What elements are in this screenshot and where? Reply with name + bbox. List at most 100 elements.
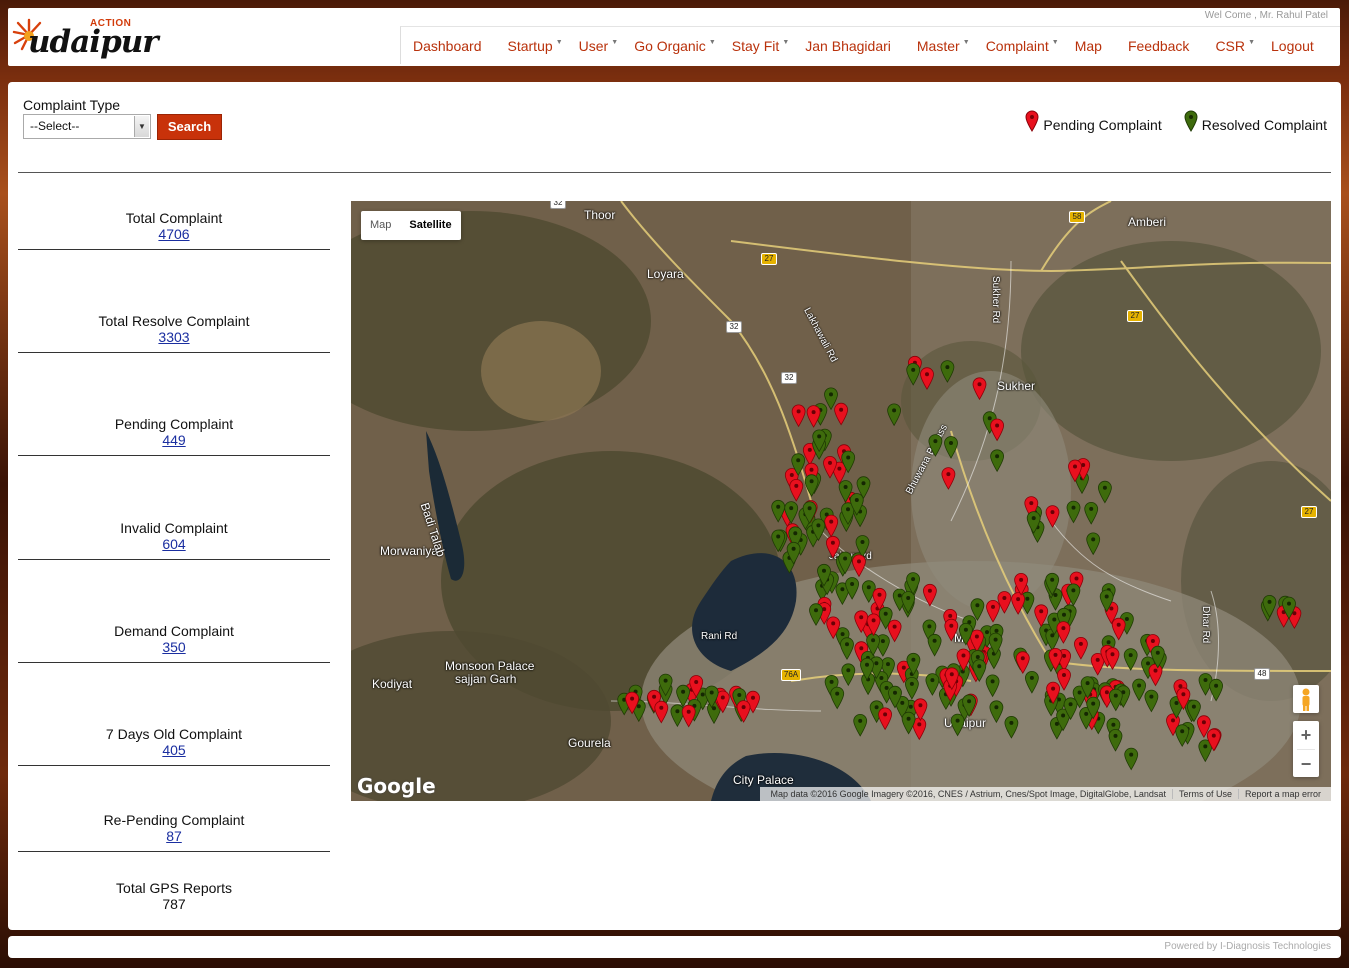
resolved-marker[interactable] [841,663,856,687]
nav-stay-fit[interactable]: Stay Fit ▼ [731,37,789,54]
stat-total-gps-reports: Total GPS Reports 787 [18,880,330,919]
pending-marker[interactable] [825,535,840,559]
zoom-out-button[interactable]: − [1293,750,1319,778]
stat-value[interactable]: 350 [162,639,185,655]
resolved-marker[interactable] [1124,747,1139,771]
resolved-marker[interactable] [1004,716,1019,739]
pending-marker[interactable] [944,618,959,642]
resolved-marker[interactable] [928,434,943,457]
pending-marker[interactable] [990,418,1004,442]
pending-marker[interactable] [941,467,956,490]
pending-marker[interactable] [1056,621,1071,644]
pending-marker[interactable] [791,404,806,428]
nav-label: Master [916,37,960,54]
resolved-marker[interactable] [1045,628,1060,652]
pending-marker[interactable] [852,554,866,578]
resolved-marker[interactable] [901,711,916,735]
resolved-marker[interactable] [1209,678,1223,702]
nav-master[interactable]: Master ▼ [916,37,970,54]
nav-jan-bhagidari[interactable]: Jan Bhagidari [805,38,891,54]
resolved-marker[interactable] [990,449,1004,473]
pending-marker[interactable] [824,514,839,538]
resolved-marker[interactable] [804,474,819,497]
stat-value[interactable]: 87 [166,828,182,844]
resolved-marker[interactable] [887,403,901,427]
resolved-marker[interactable] [1123,648,1138,671]
pending-marker[interactable] [1111,617,1126,641]
resolved-marker[interactable] [1108,688,1123,712]
pending-marker[interactable] [654,700,669,724]
pending-marker[interactable] [972,377,987,401]
report-error-link[interactable]: Report a map error [1237,789,1327,799]
resolved-marker[interactable] [989,700,1004,724]
resolved-marker[interactable] [809,603,823,626]
resolved-marker[interactable] [944,436,958,459]
terms-link[interactable]: Terms of Use [1171,789,1238,799]
resolved-marker[interactable] [830,686,845,710]
resolved-marker[interactable] [1098,480,1112,504]
resolved-marker[interactable] [845,577,860,600]
stat-value[interactable]: 3303 [158,329,189,345]
zoom-in-button[interactable]: + [1293,721,1319,749]
resolved-marker[interactable] [1084,502,1099,525]
nav-label: Stay Fit [731,37,780,54]
complaint-map[interactable]: Map Satellite Thoor Amberi Loyara Morwaniya… [351,201,1331,801]
resolved-marker[interactable] [1086,532,1101,556]
chevron-down-icon[interactable]: ▼ [134,116,149,137]
resolved-marker[interactable] [861,580,876,603]
pending-marker[interactable] [923,583,937,607]
pending-marker[interactable] [887,619,902,643]
stat-value[interactable]: 4706 [158,226,189,242]
resolved-marker[interactable] [853,714,868,737]
nav-go-organic[interactable]: Go Organic ▼ [634,38,716,54]
pending-marker[interactable] [789,479,804,502]
stat-invalid-complaint: Invalid Complaint 604 [18,520,330,560]
resolved-marker[interactable] [985,674,1000,698]
resolved-marker[interactable] [925,673,940,696]
pending-marker[interactable] [1015,651,1030,674]
caret-down-icon: ▼ [611,38,619,46]
pending-marker[interactable] [681,704,696,728]
resolved-marker[interactable] [950,713,965,737]
resolved-marker[interactable] [1025,671,1039,694]
pending-marker[interactable] [1011,592,1025,615]
nav-feedback[interactable]: Feedback [1128,38,1189,54]
search-button[interactable]: Search [157,114,222,140]
resolved-marker[interactable] [1108,729,1123,752]
pending-marker[interactable] [997,591,1012,614]
pending-marker[interactable] [834,402,849,426]
pending-marker[interactable] [1045,505,1060,528]
resolved-marker[interactable] [905,677,919,700]
resolved-marker[interactable] [1144,689,1159,713]
pending-marker[interactable] [1148,663,1163,687]
resolved-marker[interactable] [670,704,685,728]
resolved-marker[interactable] [676,684,691,708]
pending-marker[interactable] [913,698,928,722]
pending-marker[interactable] [736,700,751,723]
stat-value[interactable]: 405 [162,742,185,758]
pending-marker[interactable] [986,600,1000,623]
action-udaipur-logo[interactable]: ACTION udaipur [12,14,159,64]
resolved-marker[interactable] [927,633,942,657]
resolved-marker[interactable] [906,363,921,386]
nav-user[interactable]: User ▼ [579,38,619,54]
resolved-marker[interactable] [1066,500,1081,524]
pending-marker[interactable] [878,707,892,731]
pending-marker[interactable] [806,405,821,428]
nav-startup[interactable]: Startup ▼ [508,38,563,54]
resolved-marker[interactable] [940,360,955,383]
pending-marker[interactable] [1034,604,1049,628]
nav-complaint[interactable]: Complaint ▼ [986,38,1059,54]
pending-marker[interactable] [1074,637,1088,660]
stat-value[interactable]: 604 [162,536,185,552]
nav-map[interactable]: Map [1075,38,1102,54]
resolved-marker[interactable] [840,637,854,660]
street-view-pegman[interactable] [1293,685,1319,713]
pending-marker[interactable] [920,367,934,390]
nav-logout[interactable]: Logout [1271,38,1314,54]
resolved-marker[interactable] [1132,678,1146,702]
stat-value[interactable]: 449 [162,432,185,448]
nav-csr[interactable]: CSR ▼ [1215,38,1255,54]
complaint-type-select[interactable]: --Select-- ▼ [23,114,151,139]
nav-dashboard[interactable]: Dashboard [413,38,482,54]
